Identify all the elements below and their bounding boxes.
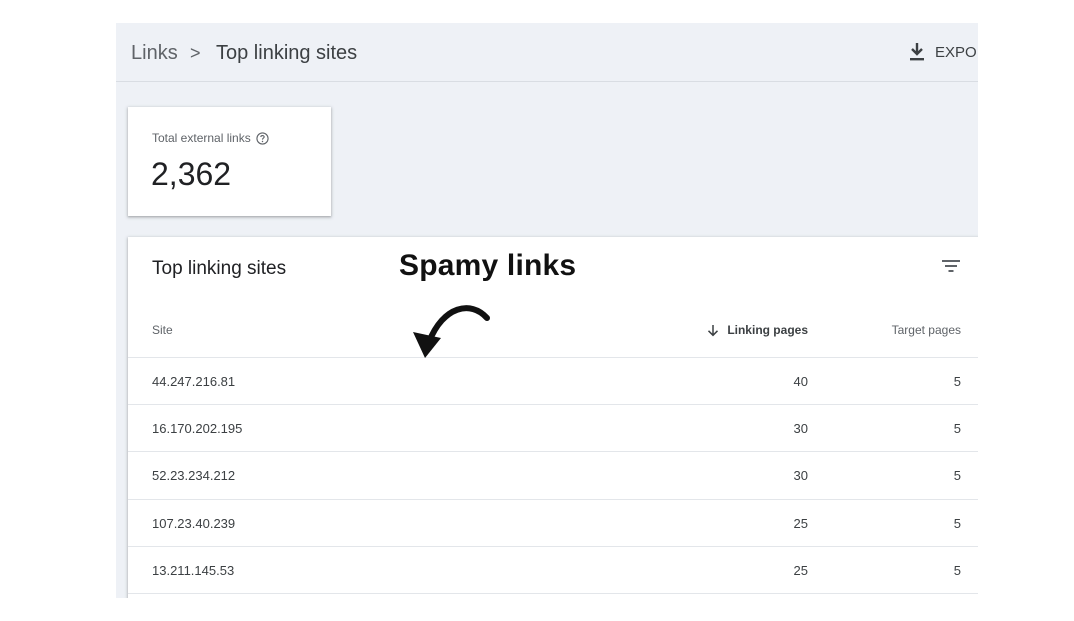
export-label: EXPOI — [935, 43, 978, 61]
page-header: Links > Top linking sites EXPOI — [116, 23, 978, 82]
help-circle-icon[interactable] — [256, 131, 269, 145]
column-header-target-pages[interactable]: Target pages — [892, 323, 961, 337]
total-external-links-label: Total external links — [152, 131, 251, 145]
total-external-links-card: Total external links 2,362 — [128, 107, 331, 216]
target-pages-cell: 5 — [953, 421, 961, 436]
breadcrumb-links[interactable]: Links — [131, 41, 178, 65]
linking-pages-cell: 30 — [793, 468, 808, 483]
download-icon — [910, 43, 924, 61]
column-header-linking-pages-label: Linking pages — [727, 323, 808, 337]
search-console-frame: Links > Top linking sites EXPOI Total ex… — [116, 23, 978, 598]
arrow-down-icon — [708, 324, 719, 336]
page-title: Top linking sites — [216, 42, 358, 64]
target-pages-cell: 5 — [953, 516, 961, 531]
column-header-linking-pages[interactable]: Linking pages — [707, 323, 808, 337]
site-cell: 107.23.40.239 — [152, 516, 236, 531]
table-row[interactable]: 52.23.234.212 30 5 — [128, 451, 978, 499]
top-linking-sites-panel: Top linking sites Site Linking pages Tar… — [128, 237, 978, 598]
linking-pages-cell: 40 — [793, 374, 808, 389]
target-pages-cell: 5 — [953, 468, 961, 483]
site-cell: 13.211.145.53 — [152, 563, 235, 578]
linking-pages-cell: 25 — [793, 516, 808, 531]
target-pages-cell: 5 — [953, 563, 961, 578]
filter-icon[interactable] — [941, 258, 961, 274]
site-cell: 52.23.234.212 — [152, 468, 236, 483]
curved-arrow-icon — [413, 305, 490, 358]
linking-pages-cell: 30 — [793, 421, 808, 436]
site-cell: 44.247.216.81 — [152, 374, 236, 389]
breadcrumb-separator: > — [190, 43, 201, 63]
table-row — [128, 593, 978, 598]
table-row[interactable]: 44.247.216.81 40 5 — [128, 357, 978, 405]
total-external-links-value: 2,362 — [151, 156, 232, 192]
table-row[interactable]: 107.23.40.239 25 5 — [128, 499, 978, 547]
target-pages-cell: 5 — [953, 374, 961, 389]
table-row[interactable]: 13.211.145.53 25 5 — [128, 546, 978, 594]
spamy-links-annotation: Spamy links — [399, 249, 577, 282]
panel-title: Top linking sites — [152, 258, 287, 279]
table-row[interactable]: 16.170.202.195 30 5 — [128, 404, 978, 452]
export-button[interactable]: EXPOI — [908, 40, 978, 64]
column-header-site[interactable]: Site — [152, 323, 173, 337]
site-cell: 16.170.202.195 — [152, 421, 243, 436]
linking-pages-cell: 25 — [793, 563, 808, 578]
